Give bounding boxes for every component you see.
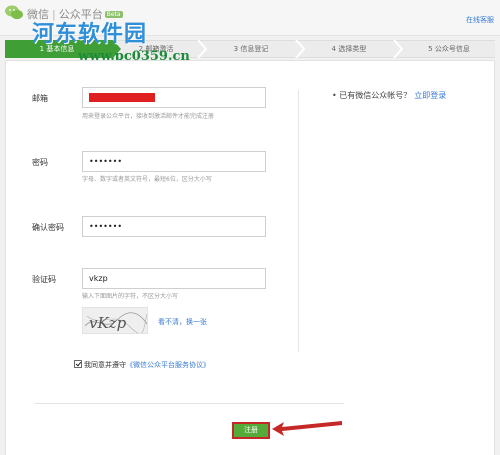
captcha-text: vKzp (89, 314, 127, 332)
confirm-password-field[interactable] (82, 216, 266, 237)
email-field[interactable] (82, 87, 266, 108)
wechat-logo-icon (5, 5, 23, 20)
password-hint: 字母、数字或者英文符号，最短6位，区分大小写 (82, 176, 212, 183)
password-field[interactable] (82, 151, 266, 172)
captcha-image[interactable]: vKzp (82, 307, 148, 334)
email-label: 邮箱 (32, 94, 48, 103)
captcha-hint: 输入下面图片的字符，不区分大小写 (82, 293, 179, 300)
service-agreement-link[interactable]: 《微信公众平台服务协议》 (126, 361, 210, 369)
email-hint: 用来登录公众平台，接收到激活邮件才能完成注册 (82, 113, 215, 120)
captcha-label: 验证码 (32, 275, 56, 284)
step-arrow-divider (393, 40, 403, 58)
login-link[interactable]: 立即登录 (414, 91, 446, 100)
step-arrow-divider (295, 40, 305, 58)
bullet-icon: • (332, 91, 337, 100)
agree-checkbox[interactable] (74, 360, 82, 368)
step-5: 5 公众号信息 (428, 45, 470, 53)
agree-label: 我同意并遵守《微信公众平台服务协议》 (84, 360, 210, 370)
register-button[interactable]: 注册 (232, 422, 270, 439)
online-service-link[interactable]: 在线客服 (466, 15, 494, 25)
existing-account-question: 已有微信公众帐号？ (339, 91, 412, 100)
captcha-noise: vKzp (84, 312, 147, 333)
existing-account-prompt: • 已有微信公众帐号？ 立即登录 (332, 90, 446, 101)
confirm-password-label: 确认密码 (32, 223, 64, 232)
watermark-title: 河东软件园 (32, 21, 148, 47)
password-label: 密码 (32, 158, 48, 167)
redacted-email-bar (89, 93, 155, 102)
vertical-divider (298, 90, 299, 352)
step-3: 3 信息登记 (233, 45, 269, 53)
step-4: 4 选择类型 (331, 45, 367, 53)
captcha-refresh-link[interactable]: 看不清，换一张 (158, 317, 207, 327)
agree-text: 我同意并遵守 (84, 361, 126, 369)
registration-card (5, 60, 495, 455)
step-arrow-divider (197, 40, 207, 58)
horizontal-divider (34, 403, 344, 404)
captcha-field[interactable] (82, 268, 266, 289)
annotation-arrow-icon (272, 421, 342, 436)
